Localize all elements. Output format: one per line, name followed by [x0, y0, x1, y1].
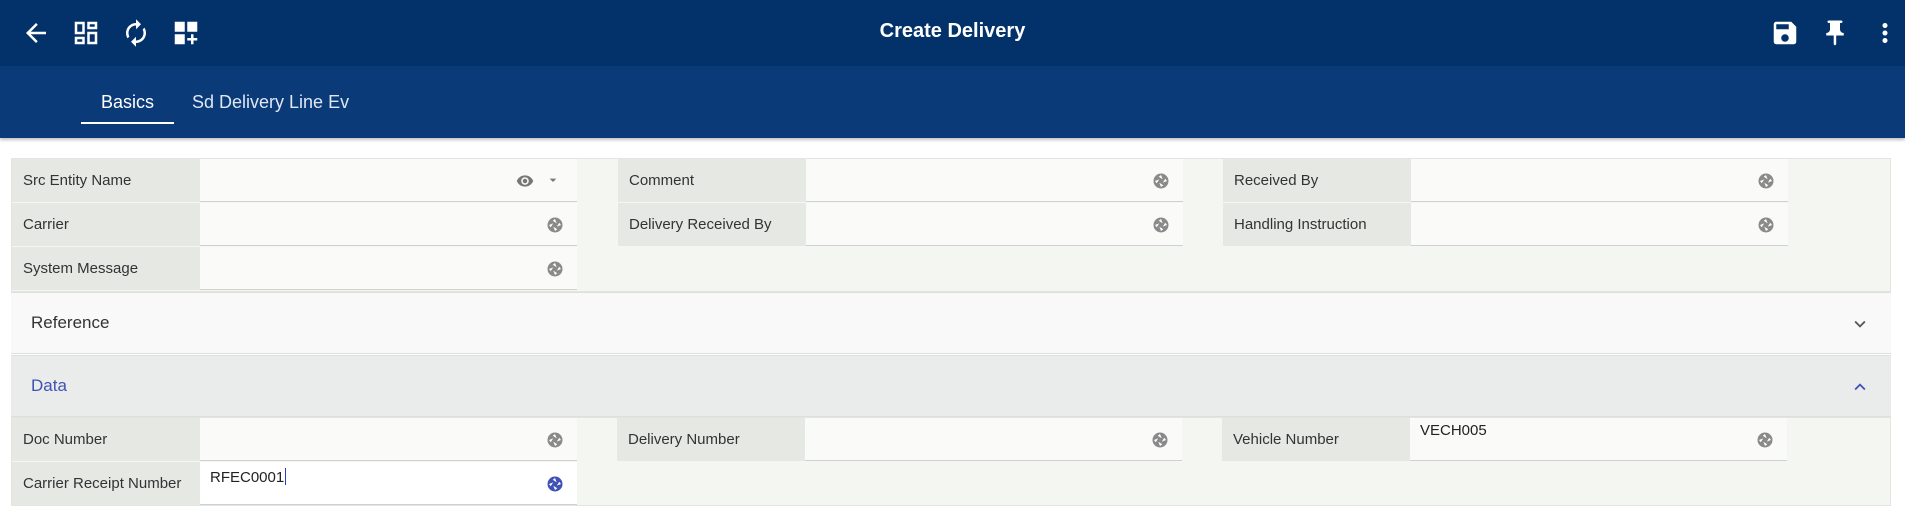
comment-input[interactable] [806, 159, 1183, 202]
tab-sd-delivery-line-ev[interactable]: Sd Delivery Line Ev [192, 92, 349, 113]
aperture-icon[interactable] [546, 260, 564, 278]
carrier-receipt-number-field: Carrier Receipt Number RFEC0001 [12, 462, 584, 505]
delivery-received-by-label: Delivery Received By [618, 203, 806, 246]
tab-bar: Basics Sd Delivery Line Ev [0, 66, 1905, 138]
received-by-input[interactable] [1411, 159, 1788, 202]
delivery-received-by-input[interactable] [806, 203, 1183, 246]
comment-label: Comment [618, 159, 806, 202]
chevron-down-icon[interactable] [1849, 313, 1871, 335]
vehicle-number-value: VECH005 [1420, 422, 1487, 439]
delivery-number-field: Delivery Number [617, 418, 1183, 461]
doc-number-field: Doc Number [12, 418, 584, 461]
aperture-icon[interactable] [1152, 216, 1170, 234]
doc-number-label: Doc Number [12, 418, 200, 461]
system-message-field: System Message [12, 247, 584, 290]
carrier-label: Carrier [12, 203, 200, 246]
basics-panel: Src Entity Name Comment Received By Carr… [11, 158, 1891, 292]
delivery-number-input[interactable] [805, 418, 1182, 461]
aperture-icon[interactable] [546, 216, 564, 234]
aperture-icon[interactable] [1152, 172, 1170, 190]
refresh-icon[interactable] [118, 15, 154, 51]
handling-instruction-label: Handling Instruction [1223, 203, 1411, 246]
comment-field: Comment [618, 159, 1184, 202]
aperture-icon[interactable] [546, 431, 564, 449]
carrier-receipt-number-value: RFEC0001 [210, 469, 285, 486]
handling-instruction-input[interactable] [1411, 203, 1788, 246]
page-title: Create Delivery [879, 20, 1026, 42]
data-panel: Doc Number Delivery Number Vehicle Numbe… [11, 417, 1891, 506]
carrier-receipt-number-input[interactable]: RFEC0001 [200, 462, 577, 505]
src-entity-name-input[interactable] [200, 159, 577, 202]
aperture-icon[interactable] [1757, 172, 1775, 190]
system-message-label: System Message [12, 247, 200, 290]
tab-basics[interactable]: Basics [80, 92, 175, 124]
eye-icon[interactable] [515, 172, 535, 190]
src-entity-name-label: Src Entity Name [12, 159, 200, 202]
data-section-title: Data [31, 376, 67, 395]
vehicle-number-label: Vehicle Number [1222, 418, 1410, 461]
add-widget-icon[interactable] [168, 15, 204, 51]
chevron-down-icon[interactable] [545, 171, 561, 189]
aperture-icon[interactable] [546, 475, 564, 493]
src-entity-name-field: Src Entity Name [12, 159, 584, 202]
received-by-label: Received By [1223, 159, 1411, 202]
app-bar: Create Delivery [0, 0, 1905, 66]
reference-section-title: Reference [31, 313, 110, 332]
handling-instruction-field: Handling Instruction [1223, 203, 1789, 246]
arrow-back-icon[interactable] [18, 15, 54, 51]
delivery-number-label: Delivery Number [617, 418, 805, 461]
aperture-icon[interactable] [1756, 431, 1774, 449]
received-by-field: Received By [1223, 159, 1789, 202]
aperture-icon[interactable] [1757, 216, 1775, 234]
delivery-received-by-field: Delivery Received By [618, 203, 1184, 246]
chevron-up-icon[interactable] [1849, 376, 1871, 398]
carrier-input[interactable] [200, 203, 577, 246]
reference-section-header[interactable]: Reference [11, 292, 1891, 354]
data-section-header[interactable]: Data [11, 355, 1891, 417]
system-message-input[interactable] [200, 247, 577, 290]
vehicle-number-field: Vehicle Number VECH005 [1222, 418, 1788, 461]
dashboard-icon[interactable] [68, 15, 104, 51]
vehicle-number-input[interactable]: VECH005 [1410, 418, 1787, 461]
pin-icon[interactable] [1817, 15, 1853, 51]
carrier-receipt-number-label: Carrier Receipt Number [12, 462, 200, 505]
aperture-icon[interactable] [1151, 431, 1169, 449]
carrier-field: Carrier [12, 203, 584, 246]
save-icon[interactable] [1767, 15, 1803, 51]
text-cursor [285, 468, 287, 485]
more-vert-icon[interactable] [1867, 15, 1903, 51]
doc-number-input[interactable] [200, 418, 577, 461]
